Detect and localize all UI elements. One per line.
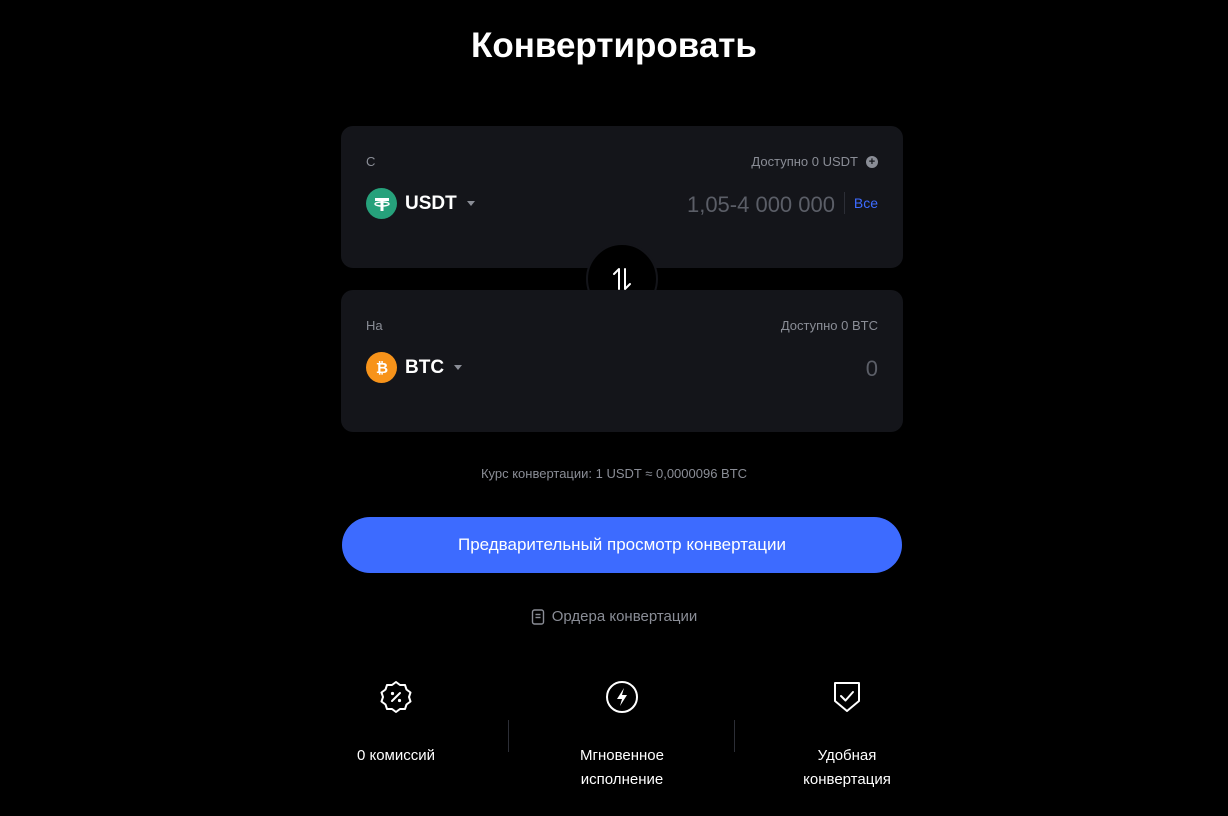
chevron-down-icon	[466, 201, 475, 206]
document-icon	[531, 608, 544, 625]
from-available-text: Доступно 0 USDT	[751, 154, 858, 169]
to-amount-input[interactable]	[638, 354, 878, 384]
lightning-icon	[606, 681, 638, 713]
conversion-orders-link[interactable]: Ордера конвертации	[0, 608, 1228, 625]
to-coin-name: BTC	[405, 356, 445, 378]
to-coin-select[interactable]: ₿ BTC	[366, 352, 463, 383]
input-divider	[844, 192, 845, 214]
feature-instant-text: Мгновенное исполнение	[580, 747, 664, 788]
feature-instant: Мгновенное исполнение	[522, 680, 722, 792]
btc-icon: ₿	[366, 352, 397, 383]
page-title: Конвертировать	[471, 26, 757, 65]
to-card: На Доступно 0 BTC ₿ BTC	[341, 290, 903, 432]
shield-check-icon	[834, 682, 860, 712]
feature-separator	[734, 720, 735, 752]
percent-badge-icon	[380, 681, 412, 713]
feature-convenient: Удобная конвертация	[747, 680, 947, 792]
preview-conversion-button[interactable]: Предварительный просмотр конвертации	[342, 517, 902, 573]
from-available: Доступно 0 USDT +	[751, 154, 878, 169]
from-label: С	[366, 154, 376, 169]
swap-arrows-icon	[613, 268, 631, 290]
feature-zero-fees: 0 комиссий	[296, 680, 496, 768]
chevron-down-icon	[454, 365, 463, 370]
plus-circle-icon[interactable]: +	[866, 155, 878, 168]
all-button[interactable]: Все	[854, 195, 878, 211]
feature-convenient-text: Удобная конвертация	[803, 747, 891, 788]
conversion-rate: Курс конвертации: 1 USDT ≈ 0,0000096 BTC	[480, 466, 748, 481]
orders-link-label: Ордера конвертации	[551, 608, 698, 625]
to-available: Доступно 0 BTC	[781, 318, 878, 333]
from-coin-name: USDT	[405, 192, 457, 214]
svg-text:₿: ₿	[375, 360, 387, 377]
usdt-icon	[366, 188, 397, 219]
from-coin-select[interactable]: USDT	[366, 188, 475, 219]
from-amount-input[interactable]	[595, 190, 835, 220]
to-label: На	[366, 318, 383, 333]
to-available-text: Доступно 0 BTC	[780, 318, 878, 333]
feature-zero-fees-text: 0 комиссий	[356, 747, 436, 764]
feature-separator	[508, 720, 509, 752]
